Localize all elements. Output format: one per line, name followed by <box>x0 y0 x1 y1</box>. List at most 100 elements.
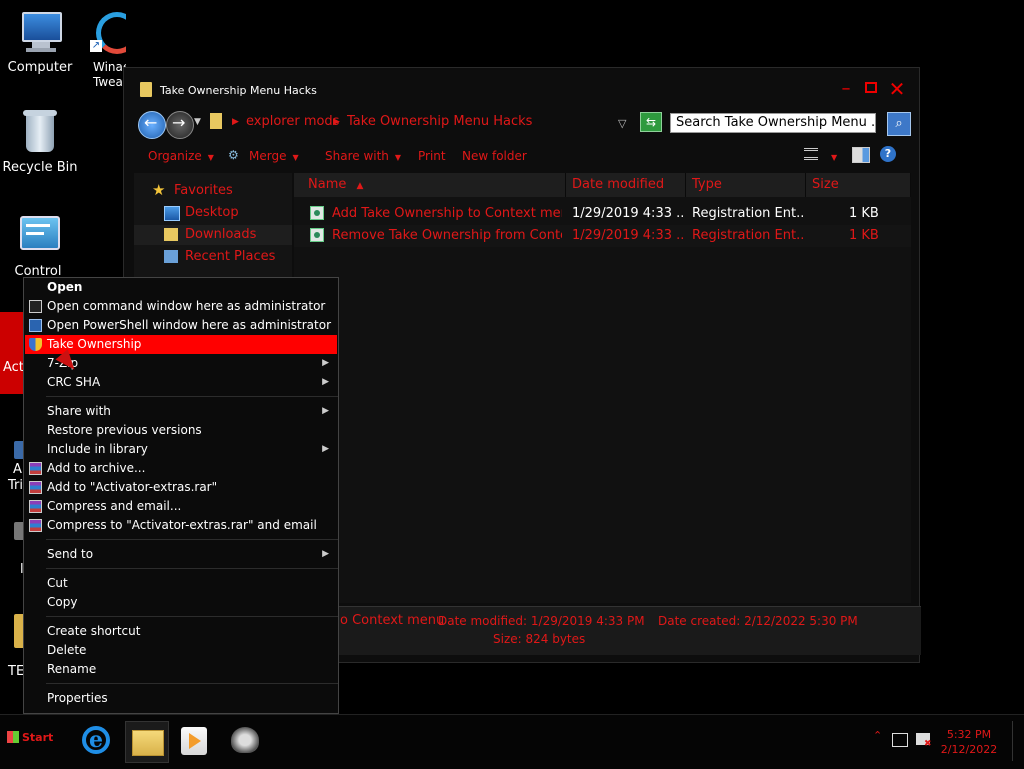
menu-item-copy[interactable]: Copy <box>25 593 337 612</box>
menu-item-compress-to-rar-and-email[interactable]: Compress to "Activator-extras.rar" and e… <box>25 516 337 535</box>
menu-label: Compress and email... <box>47 499 182 513</box>
menu-item-restore-previous-versions[interactable]: Restore previous versions <box>25 421 337 440</box>
file-type: Registration Ent... <box>692 228 804 243</box>
windows-explorer-icon <box>132 730 164 756</box>
submenu-arrow-icon: ▶ <box>322 377 329 387</box>
organize-button[interactable]: Organize ▼ <box>148 149 214 163</box>
nav-downloads[interactable]: Downloads <box>134 225 292 245</box>
column-header-type[interactable]: Type <box>686 173 806 197</box>
menu-item-delete[interactable]: Delete <box>25 641 337 660</box>
submenu-arrow-icon: ▶ <box>322 358 329 368</box>
submenu-arrow-icon: ▶ <box>322 444 329 454</box>
desktop-icon-winaero[interactable]: ↗ Winaero Twea <box>80 8 126 90</box>
address-dropdown[interactable]: ▽ <box>618 117 626 130</box>
file-row[interactable]: Remove Take Ownership from Conte... 1/29… <box>294 225 911 247</box>
show-hidden-icons-button[interactable]: ⌃ <box>873 729 882 742</box>
file-name: Remove Take Ownership from Conte... <box>332 228 562 243</box>
nav-desktop[interactable]: Desktop <box>134 203 292 223</box>
menu-item-create-shortcut[interactable]: Create shortcut <box>25 622 337 641</box>
view-dropdown[interactable]: ▼ <box>831 149 837 163</box>
downloads-icon <box>164 228 178 241</box>
menu-item-share-with[interactable]: Share with ▶ <box>25 402 337 421</box>
nav-label: Recent Places <box>185 249 276 264</box>
menu-item-include-in-library[interactable]: Include in library ▶ <box>25 440 337 459</box>
breadcrumb-current-folder[interactable]: Take Ownership Menu Hacks <box>347 114 532 129</box>
details-date-modified: Date modified: 1/29/2019 4:33 PM <box>438 614 645 628</box>
window-title: Take Ownership Menu Hacks <box>160 84 317 97</box>
file-row[interactable]: Add Take Ownership to Context menu 1/29/… <box>294 203 911 225</box>
new-folder-button[interactable]: New folder <box>462 149 527 163</box>
column-header-size[interactable]: Size <box>806 173 911 197</box>
chevron-right-icon[interactable]: ▶ <box>232 117 239 127</box>
merge-button[interactable]: Merge ▼ <box>249 149 299 163</box>
maximize-button[interactable] <box>860 78 882 100</box>
search-button[interactable]: ⌕ <box>887 112 911 136</box>
taskbar-media-player[interactable] <box>173 721 215 761</box>
action-center-icon[interactable] <box>892 733 908 747</box>
nav-label: Desktop <box>185 205 239 220</box>
command-bar: Organize ▼ ⚙ Merge ▼ Share with ▼ Print New… <box>134 144 911 170</box>
start-button[interactable]: Start <box>2 719 54 761</box>
menu-label: CRC SHA <box>47 375 101 389</box>
view-options-icon[interactable] <box>804 148 818 160</box>
recent-pages-dropdown[interactable]: ▼ <box>194 117 201 127</box>
taskbar-windows-explorer[interactable] <box>125 721 169 763</box>
media-player-icon <box>181 727 207 755</box>
menu-item-compress-and-email[interactable]: Compress and email... <box>25 497 337 516</box>
column-header-date-modified[interactable]: Date modified <box>566 173 686 197</box>
menu-item-properties[interactable]: Properties <box>25 689 337 708</box>
preview-pane-icon[interactable] <box>852 147 870 163</box>
menu-item-rename[interactable]: Rename <box>25 660 337 679</box>
search-input[interactable]: Search Take Ownership Menu ... <box>670 113 876 133</box>
refresh-button[interactable]: ⇆ <box>640 112 662 132</box>
file-date: 1/29/2019 4:33 ... <box>572 206 684 221</box>
taskbar-internet-explorer[interactable]: e <box>75 721 117 761</box>
desktop-icon-computer[interactable]: Computer <box>0 8 80 75</box>
share-with-button[interactable]: Share with ▼ <box>325 149 401 163</box>
folder-icon <box>210 113 222 129</box>
breadcrumb-explorer-mods[interactable]: explorer mods <box>246 114 339 129</box>
desktop-icon-control-panel[interactable]: Control <box>0 212 76 279</box>
close-button[interactable]: ✕ <box>886 78 908 100</box>
powershell-icon <box>29 319 42 332</box>
desktop-icon-recycle-bin[interactable]: Recycle Bin <box>0 108 80 175</box>
desktop-icon-label: Act <box>3 360 24 375</box>
nav-recent-places[interactable]: Recent Places <box>134 247 292 267</box>
menu-item-add-to-rar[interactable]: Add to "Activator-extras.rar" <box>25 478 337 497</box>
sort-ascending-icon: ▲ <box>356 181 364 191</box>
desktop-icon-label: TE <box>8 664 25 679</box>
recycle-bin-icon <box>16 108 64 156</box>
winrar-icon <box>29 481 42 494</box>
menu-item-crc-sha[interactable]: CRC SHA ▶ <box>25 373 337 392</box>
menu-item-open-command-window[interactable]: Open command window here as administrato… <box>25 297 337 316</box>
title-bar[interactable]: Take Ownership Menu Hacks – ✕ <box>124 68 919 108</box>
column-header-name[interactable]: Name ▲ <box>294 173 566 197</box>
column-label: Name <box>308 177 347 192</box>
menu-item-cut[interactable]: Cut <box>25 574 337 593</box>
chevron-right-icon[interactable]: ▶ <box>333 117 340 127</box>
chevron-down-icon: ▼ <box>207 153 214 162</box>
menu-label: Open PowerShell window here as administr… <box>47 318 332 332</box>
menu-item-take-ownership[interactable]: Take Ownership <box>25 335 337 354</box>
merge-label: Merge <box>249 149 287 163</box>
minimize-button[interactable]: – <box>835 78 857 100</box>
back-button[interactable]: ← <box>138 111 166 139</box>
control-panel-icon <box>14 212 62 260</box>
menu-label: Properties <box>47 691 108 705</box>
help-icon[interactable]: ? <box>880 146 896 162</box>
network-error-icon: ✖ <box>924 739 932 749</box>
details-file-name: o Context menu <box>340 613 445 628</box>
menu-item-send-to[interactable]: Send to ▶ <box>25 545 337 564</box>
menu-label: Share with <box>47 404 111 418</box>
show-desktop-button[interactable] <box>1012 721 1023 761</box>
menu-item-open[interactable]: Open <box>25 278 337 297</box>
selected-desktop-icon[interactable]: Act <box>0 312 24 394</box>
print-button[interactable]: Print <box>418 149 446 163</box>
clock[interactable]: 5:32 PM 2/12/2022 <box>938 727 1000 757</box>
nav-favorites[interactable]: ★ Favorites <box>134 181 292 201</box>
menu-item-open-powershell[interactable]: Open PowerShell window here as administr… <box>25 316 337 335</box>
forward-button[interactable]: → <box>166 111 194 139</box>
menu-item-add-to-archive[interactable]: Add to archive... <box>25 459 337 478</box>
winaero-tweaker-icon: ↗ <box>90 8 126 56</box>
taskbar-raccoon-app[interactable] <box>224 721 266 761</box>
